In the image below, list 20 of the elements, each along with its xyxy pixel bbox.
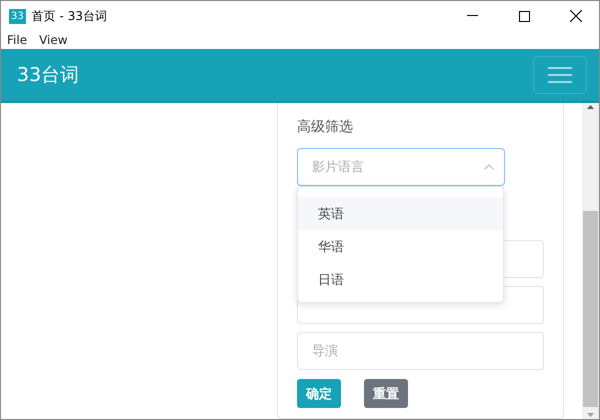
dropdown-option[interactable]: 日语 <box>298 263 503 296</box>
app-icon: 33 <box>9 8 26 24</box>
dropdown-option[interactable]: 华语 <box>298 230 503 263</box>
input-field[interactable]: 导演 <box>297 332 544 370</box>
close-icon <box>570 10 582 22</box>
dropdown-option[interactable]: 英语 <box>298 197 503 230</box>
window-title: 首页 - 33台词 <box>32 8 108 24</box>
scroll-thumb[interactable] <box>583 211 598 407</box>
filter-heading: 高级筛选 <box>297 118 354 137</box>
menu-item[interactable]: View <box>39 33 68 47</box>
scroll-up-icon <box>587 105 594 109</box>
menu-item[interactable]: File <box>7 33 28 47</box>
scrollbar[interactable] <box>582 103 599 419</box>
reset-button[interactable]: 重置 <box>364 379 408 408</box>
chevron-icon <box>484 164 494 170</box>
menu-button[interactable] <box>533 56 587 94</box>
scroll-down-icon <box>587 413 594 417</box>
maximize-icon <box>518 10 530 22</box>
menu-icon <box>548 66 572 84</box>
minimize-icon <box>466 15 478 17</box>
